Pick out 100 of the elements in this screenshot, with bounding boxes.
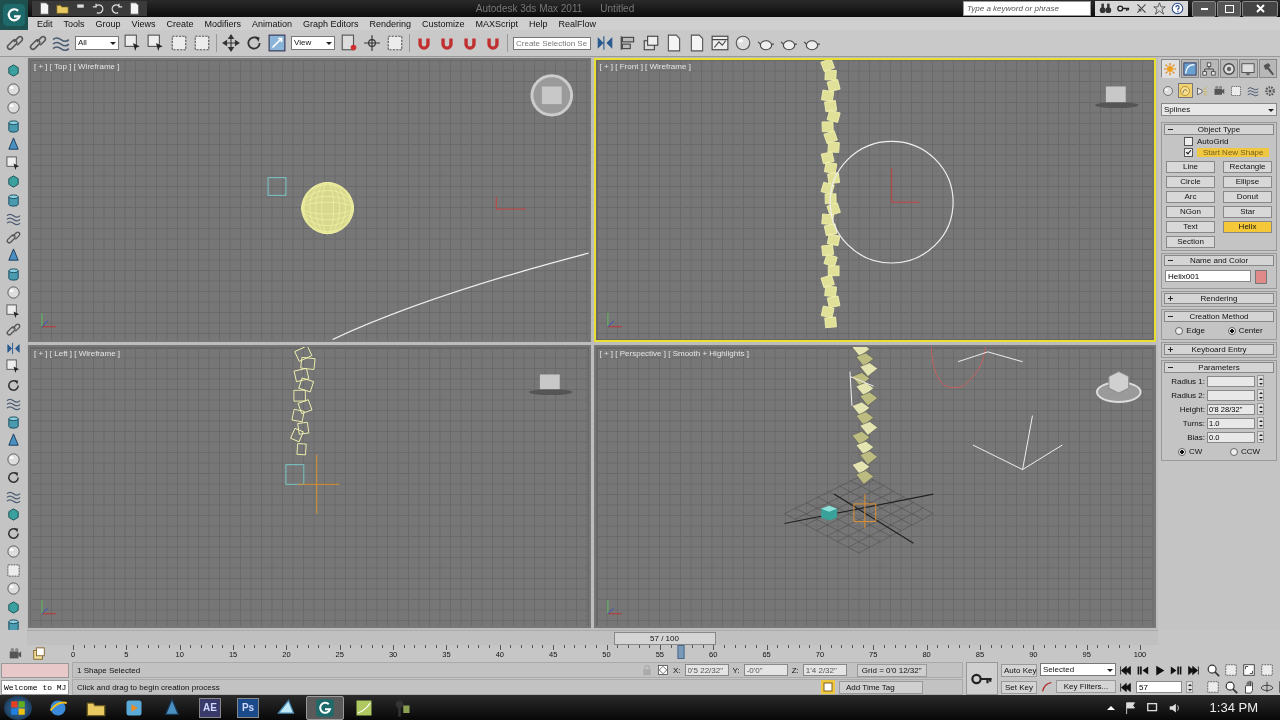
spinner[interactable] (1257, 417, 1264, 429)
camera-icon[interactable] (8, 646, 22, 661)
page-icon[interactable] (128, 2, 141, 15)
panel-tab[interactable] (1219, 59, 1238, 78)
key-mode-dropdown[interactable]: Selected (1040, 663, 1116, 677)
crosshair-icon[interactable] (363, 34, 381, 52)
chain-link-icon[interactable] (29, 34, 47, 52)
rotate-icon[interactable] (6, 470, 21, 485)
sphere-icon[interactable] (6, 451, 21, 467)
reference-coordinate-dropdown[interactable]: View (291, 36, 335, 50)
listener-field[interactable]: Welcome to MJ (1, 679, 69, 695)
category-button[interactable] (1228, 83, 1244, 98)
zoom-icon[interactable] (1224, 680, 1238, 694)
pointer-icon[interactable] (147, 34, 165, 52)
viewport[interactable]: [ + ] [ Front ] [ Wireframe ] (593, 58, 1156, 342)
menu-item[interactable]: Graph Editors (297, 18, 365, 29)
orbit-icon[interactable] (1260, 680, 1274, 694)
parameter-field[interactable] (1207, 375, 1255, 387)
move-icon[interactable] (222, 34, 240, 52)
viewcube-icon[interactable] (529, 373, 573, 395)
cone-icon[interactable] (6, 248, 21, 263)
cylinder-icon[interactable] (6, 118, 21, 134)
panel-tab[interactable] (1258, 59, 1277, 78)
object-type-button[interactable]: Line (1166, 161, 1215, 173)
menu-item[interactable]: Help (524, 18, 554, 29)
pointer-icon[interactable] (6, 359, 21, 374)
subcategory-dropdown[interactable]: Splines (1161, 103, 1277, 116)
menu-item[interactable]: MAXScript (470, 18, 525, 29)
sphere-icon[interactable] (6, 544, 21, 559)
rotate-icon[interactable] (6, 525, 21, 541)
name-field[interactable]: Helix001 (1165, 270, 1251, 282)
rotate-icon[interactable] (6, 377, 21, 393)
auto-key-button[interactable]: Auto Key (1001, 663, 1037, 677)
close-button[interactable] (1242, 0, 1278, 17)
pointer-icon[interactable] (6, 155, 21, 171)
parameter-field[interactable] (1207, 389, 1255, 401)
pointer-icon[interactable] (6, 303, 21, 319)
panel-tab[interactable] (1180, 59, 1199, 78)
skip-start-icon[interactable] (1119, 663, 1132, 677)
search-field[interactable]: Type a keyword or phrase (963, 1, 1091, 16)
menu-item[interactable]: Customize (417, 18, 471, 29)
sphere-icon[interactable] (6, 285, 21, 300)
help-icon[interactable] (1171, 2, 1184, 15)
layers-icon[interactable] (642, 34, 660, 52)
key-filters-button[interactable]: Key Filters... (1056, 680, 1116, 694)
time-tag-button[interactable] (821, 680, 835, 694)
zoom-icon[interactable] (1206, 663, 1220, 677)
menu-item[interactable]: Rendering (364, 18, 418, 29)
mirror-icon[interactable] (6, 340, 21, 356)
menu-item[interactable]: RealFlow (553, 18, 603, 29)
satellite-icon[interactable] (1135, 2, 1148, 15)
viewcube-icon[interactable] (1095, 370, 1142, 403)
maximize-button[interactable] (1217, 0, 1241, 17)
viewport-label[interactable]: [ + ] [ Perspective ] [ Smooth + Highlights ] (599, 348, 749, 358)
coordinate-field[interactable]: -0'0" (743, 664, 788, 676)
binoculars-icon[interactable] (1099, 2, 1112, 15)
object-type-button[interactable]: Section (1166, 236, 1215, 248)
star-icon[interactable] (1153, 2, 1166, 15)
page-icon[interactable] (688, 34, 706, 52)
sphere-icon[interactable] (6, 581, 21, 596)
start-button[interactable] (4, 695, 32, 720)
taskbar-button[interactable] (306, 695, 344, 720)
sphere-icon[interactable] (6, 81, 21, 97)
object-type-button[interactable]: Arc (1166, 191, 1215, 203)
panel-tab[interactable] (1200, 59, 1219, 78)
cube-icon[interactable] (6, 599, 21, 615)
undo-icon[interactable] (92, 2, 105, 15)
menu-item[interactable]: Modifiers (199, 18, 247, 29)
object-type-button[interactable]: Circle (1166, 176, 1215, 188)
radio-option[interactable]: CW (1177, 447, 1203, 456)
hand-icon[interactable] (1242, 680, 1256, 694)
page-icon[interactable] (38, 2, 51, 15)
checkbox[interactable] (1184, 148, 1193, 157)
menu-item[interactable]: Animation (246, 18, 298, 29)
selection-filter-dropdown[interactable]: All (75, 36, 119, 50)
skip-start-icon[interactable] (1119, 680, 1132, 694)
chain-link-icon[interactable] (6, 229, 21, 245)
object-type-button[interactable]: NGon (1166, 206, 1215, 218)
menu-item[interactable]: Views (126, 18, 162, 29)
time-slider[interactable]: 57 / 100 (27, 630, 1158, 645)
viewport[interactable]: [ + ] [ Perspective ] [ Smooth + Highlights ] (593, 344, 1156, 628)
spinner[interactable] (1257, 389, 1264, 401)
rollout-header[interactable]: Object Type (1164, 124, 1274, 135)
color-swatch[interactable] (1255, 270, 1267, 284)
cylinder-icon[interactable] (6, 414, 21, 430)
object-type-button[interactable]: Donut (1223, 191, 1272, 203)
coordinate-field[interactable]: 1'4 2/32" (802, 664, 847, 676)
skip-end-icon[interactable] (1187, 663, 1200, 677)
square-icon[interactable] (386, 34, 404, 52)
key-icon[interactable] (1117, 2, 1130, 15)
target-icon[interactable] (657, 664, 669, 676)
current-frame-field[interactable]: 57 (1136, 681, 1182, 693)
application-button[interactable] (0, 0, 28, 30)
object-type-button[interactable]: Ellipse (1223, 176, 1272, 188)
sphere-icon[interactable] (734, 34, 752, 52)
cube-icon[interactable] (6, 507, 21, 522)
scale-icon[interactable] (268, 34, 286, 52)
spinner[interactable] (1257, 403, 1264, 415)
add-time-tag-button[interactable]: Add Time Tag (839, 680, 923, 694)
viewcube-icon[interactable] (1094, 86, 1139, 109)
